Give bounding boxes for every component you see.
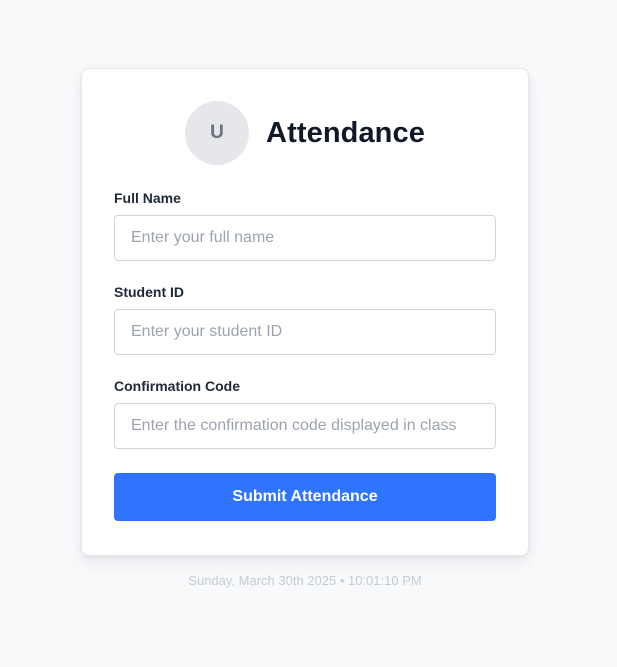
page-title: Attendance — [266, 116, 425, 149]
confirmation-code-input[interactable] — [114, 403, 496, 449]
avatar: U — [185, 101, 250, 165]
confirmation-code-group: Confirmation Code — [114, 378, 496, 449]
timestamp: Sunday, March 30th 2025 • 10:01:10 PM — [188, 573, 422, 588]
full-name-group: Full Name — [114, 190, 496, 261]
submit-attendance-button[interactable]: Submit Attendance — [114, 473, 496, 521]
full-name-input[interactable] — [114, 215, 496, 261]
full-name-label: Full Name — [114, 190, 181, 206]
card-header: U Attendance — [114, 101, 496, 165]
confirmation-code-label: Confirmation Code — [114, 378, 240, 394]
student-id-input[interactable] — [114, 309, 496, 355]
student-id-group: Student ID — [114, 284, 496, 355]
attendance-card: U Attendance Full Name Student ID Confir… — [81, 68, 529, 556]
attendance-form: Full Name Student ID Confirmation Code S… — [114, 190, 496, 521]
student-id-label: Student ID — [114, 284, 184, 300]
